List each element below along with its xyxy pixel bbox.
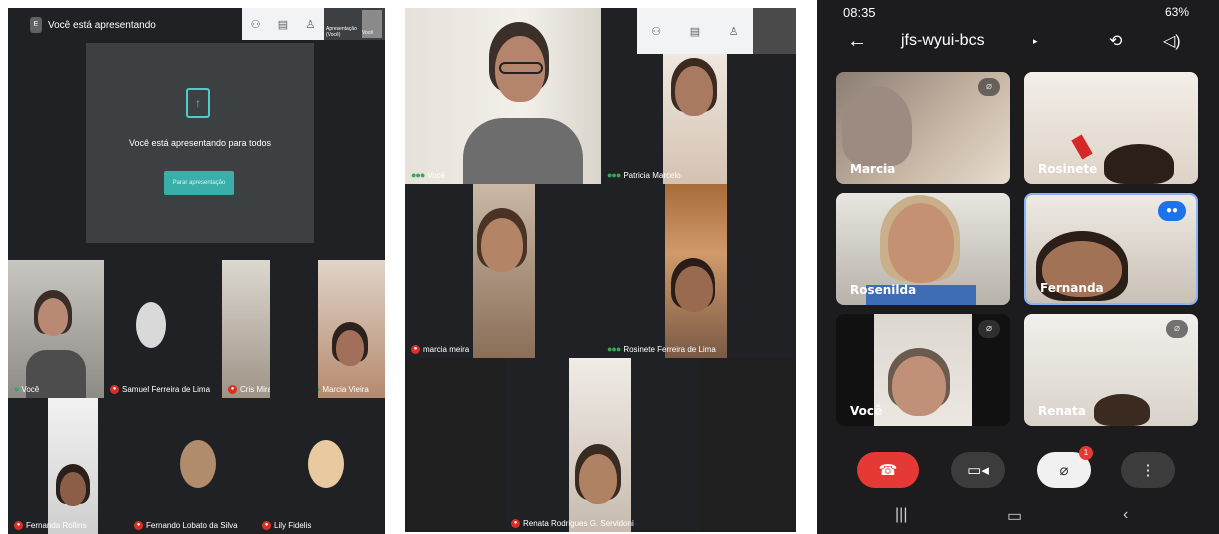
presenting-message: Você está apresentando para todos <box>128 138 272 148</box>
participant-name: Rosinete Ferreira de Lima <box>623 344 716 354</box>
meeting-toolbar: ⚇ ▤ ♙ <box>637 8 753 54</box>
presenting-notice-card: ↑ Você está apresentando para todos Para… <box>86 43 314 243</box>
mic-notification-badge: 1 <box>1079 446 1093 460</box>
people-icon[interactable]: ⚇ <box>251 18 261 31</box>
chat-icon[interactable]: ▤ <box>690 25 700 38</box>
speaking-indicator-icon: ●● <box>1158 201 1186 221</box>
chevron-right-icon[interactable]: ▸ <box>1033 36 1038 47</box>
user-avatar: E <box>30 17 42 33</box>
presenting-header-title: Você está apresentando <box>48 19 156 31</box>
mic-off-icon: ● <box>134 521 143 530</box>
participant-tile-cris: ●Cris Miranda <box>222 260 270 398</box>
speaker-icon[interactable]: ◁) <box>1163 31 1181 51</box>
mic-toggle-button[interactable]: ⌀ 1 <box>1037 446 1093 488</box>
back-arrow-icon[interactable]: ← <box>847 30 867 53</box>
status-bar: 08:35 63% <box>817 0 1219 26</box>
presentation-area: E Você está apresentando ⚇ ▤ ♙ Apresenta… <box>8 8 385 260</box>
participant-tile-rosinete: ●●● Rosinete Ferreira de Lima <box>601 184 796 358</box>
end-call-button[interactable]: ☎ <box>857 452 919 488</box>
participant-name: Patricia Marcelo <box>623 170 681 180</box>
mobile-tile-voce: ⌀ Você <box>836 314 1010 426</box>
participant-tile-voce-large: ●●● Você <box>405 8 601 184</box>
present-screen-icon: ↑ <box>186 88 210 118</box>
participant-tile-voce: ● Você <box>8 260 104 398</box>
mic-off-icon: ● <box>411 345 420 354</box>
mini-self-name: Você <box>362 30 374 36</box>
video-camera-icon: ▭◂ <box>967 462 989 479</box>
presenting-header: E Você está apresentando <box>30 17 156 33</box>
meet-desktop-presenting-screenshot: E Você está apresentando ⚇ ▤ ♙ Apresenta… <box>8 8 385 534</box>
activities-icon[interactable]: ♙ <box>729 25 739 38</box>
participant-name: Renata Rodrigues G. Servidoni <box>523 519 634 528</box>
stop-presenting-button[interactable]: Parar apresentação <box>164 171 234 195</box>
mobile-tile-rosenilda: Rosenilda <box>836 193 1010 305</box>
participant-name: Fernanda <box>1040 281 1104 295</box>
participant-name: Samuel Ferreira de Lima <box>122 385 211 394</box>
recent-apps-icon[interactable]: ||| <box>895 506 907 524</box>
mic-off-icon: ⌀ <box>978 320 1000 338</box>
mobile-tile-renata: ⌀ Renata <box>1024 314 1198 426</box>
self-view-mini-tile: Apresentação (Você) Você <box>324 8 385 40</box>
mini-presentation-label: Apresentação (Você) <box>326 26 357 38</box>
participant-tile-fernando: ● Fernando Lobato da Silva <box>128 398 256 534</box>
mobile-tile-fernanda: ●● Fernanda <box>1024 193 1198 305</box>
participant-name: Você <box>850 404 883 418</box>
call-header: ← jfs-wyui-bcs ▸ ⟲ ◁) <box>817 26 1219 56</box>
mic-off-icon: ⌀ <box>1166 320 1188 338</box>
mobile-tile-rosinete: Rosinete <box>1024 72 1198 184</box>
activities-icon[interactable]: ♙ <box>305 18 315 31</box>
nav-back-icon[interactable]: ‹ <box>1123 506 1128 524</box>
hang-up-icon: ☎ <box>878 462 898 479</box>
status-time: 08:35 <box>843 5 876 20</box>
participant-name: Fernanda Rollins <box>26 521 87 530</box>
mic-off-icon: ⌀ <box>978 78 1000 96</box>
switch-camera-icon[interactable]: ⟲ <box>1109 31 1122 51</box>
participant-gap <box>270 260 318 398</box>
participant-name: Cris Miranda <box>240 385 270 394</box>
participant-name: Lily Fidelis <box>274 521 312 530</box>
participant-name: Fernando Lobato da Silva <box>146 521 238 530</box>
more-options-button[interactable]: ⋮ <box>1121 452 1175 488</box>
more-vertical-icon: ⋮ <box>1140 462 1156 479</box>
camera-toggle-button[interactable]: ▭◂ <box>951 452 1005 488</box>
participant-name: Você <box>21 384 40 394</box>
people-icon[interactable]: ⚇ <box>651 25 661 38</box>
participant-name: Renata <box>1038 404 1086 418</box>
mobile-tile-marcia: ⌀ Marcia <box>836 72 1010 184</box>
mic-off-icon: ● <box>228 385 237 394</box>
mic-off-icon: ● <box>14 521 23 530</box>
mic-off-icon: ● <box>262 521 271 530</box>
participant-tile-marcia-vieira: ●●●Marcia Vieira <box>318 260 385 398</box>
participant-avatar <box>180 440 216 488</box>
meet-desktop-grid-screenshot: ●●● Você ●●● Patricia Marcelo ⚇ ▤ ♙ ● marci… <box>405 8 796 532</box>
participant-tile-lily: ● Lily Fidelis <box>256 398 385 534</box>
meeting-code[interactable]: jfs-wyui-bcs <box>901 32 985 50</box>
participant-name: Você <box>427 170 446 180</box>
home-icon[interactable]: ▭ <box>1007 506 1022 526</box>
participant-name: Marcia Vieira <box>322 384 369 394</box>
participant-name: marcia meira <box>423 345 470 354</box>
participant-tile-fernanda: ● Fernanda Rollins <box>8 398 128 534</box>
participant-name: Rosinete <box>1038 162 1098 176</box>
participant-tile-samuel: ● Samuel Ferreira de Lima <box>104 260 222 398</box>
participant-avatar <box>136 302 166 348</box>
mic-off-icon: ⌀ <box>1059 462 1069 479</box>
mic-off-icon: ● <box>110 385 119 394</box>
participant-name: Rosenilda <box>850 283 917 297</box>
participant-avatar <box>308 440 344 488</box>
participant-tile-marcia-meira: ● marcia meira <box>405 184 601 358</box>
self-view-mini-tile <box>753 8 796 54</box>
mic-off-icon: ● <box>511 519 520 528</box>
participant-name: Marcia <box>850 162 896 176</box>
chat-icon[interactable]: ▤ <box>278 18 288 31</box>
meeting-toolbar: ⚇ ▤ ♙ <box>242 8 324 40</box>
participant-tile-renata: ● Renata Rodrigues G. Servidoni <box>505 358 699 532</box>
meet-mobile-screenshot: 08:35 63% ← jfs-wyui-bcs ▸ ⟲ ◁) ⌀ Marcia… <box>817 0 1219 534</box>
status-battery: 63% <box>1164 5 1189 19</box>
